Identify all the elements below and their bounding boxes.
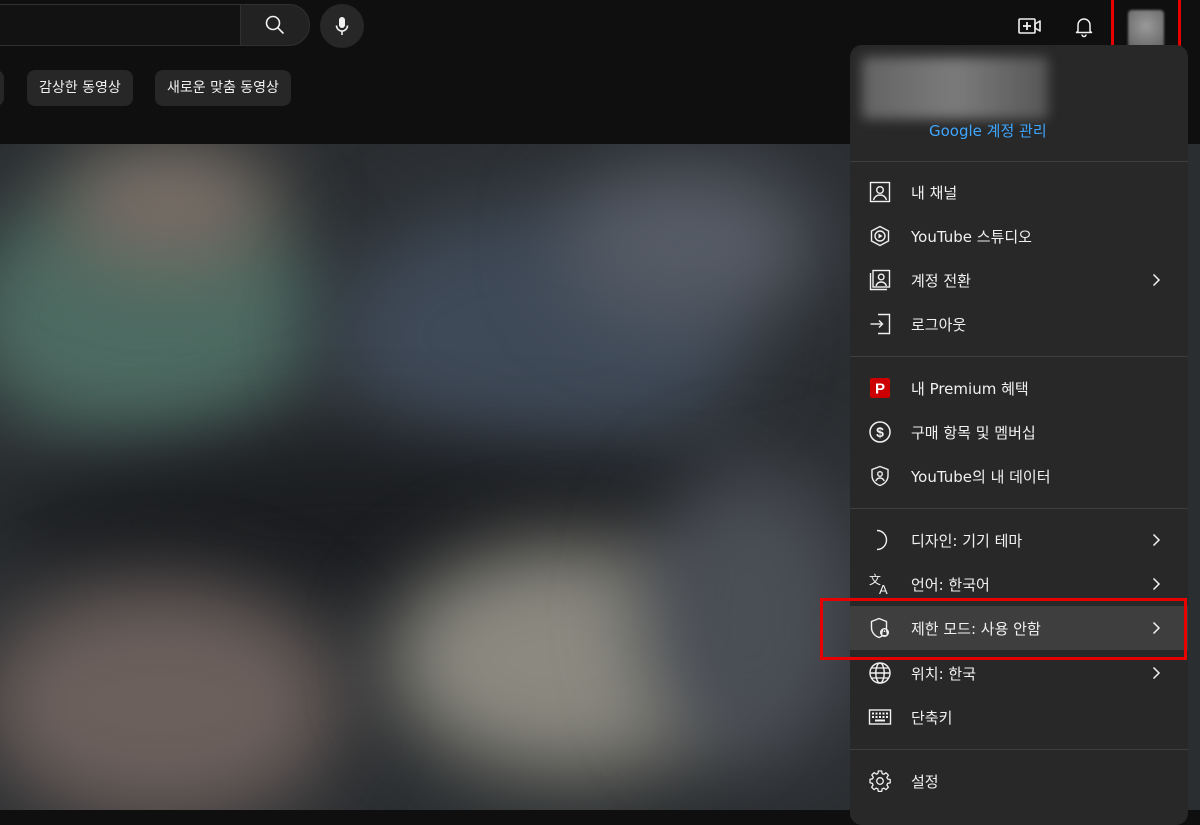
globe-icon	[868, 661, 892, 685]
chevron-right-icon	[1144, 661, 1168, 685]
menu-item-label: 디자인: 기기 테마	[911, 531, 1023, 550]
chevron-right-icon	[1144, 616, 1168, 640]
account-menu: Google 계정 관리 내 채널 YouTube 스튜디오 계정 전환 로그아…	[850, 45, 1188, 825]
restricted-shield-icon	[868, 616, 892, 640]
menu-divider	[850, 161, 1188, 162]
gear-icon	[868, 769, 892, 793]
menu-item-label: 로그아웃	[911, 315, 967, 334]
chevron-right-icon	[1144, 268, 1168, 292]
menu-item-keyboard-shortcuts[interactable]: 단축키	[850, 695, 1188, 739]
voice-search-button[interactable]	[320, 4, 364, 48]
chevron-right-icon	[1144, 528, 1168, 552]
search-icon	[263, 13, 287, 37]
search-button[interactable]	[240, 4, 310, 46]
menu-item-label: YouTube 스튜디오	[911, 227, 1032, 246]
avatar	[1128, 10, 1164, 50]
manage-google-account-link[interactable]: Google 계정 관리	[929, 120, 1047, 141]
menu-divider	[850, 508, 1188, 509]
menu-item-purchases-memberships[interactable]: $ 구매 항목 및 멤버십	[850, 410, 1188, 454]
translate-icon: 文A	[868, 572, 892, 596]
chip-new-to-you[interactable]: 새로운 맞춤 동영상	[155, 70, 291, 106]
sign-out-icon	[868, 312, 892, 336]
menu-item-my-channel[interactable]: 내 채널	[850, 170, 1188, 214]
menu-item-label: 내 Premium 혜택	[911, 379, 1029, 398]
menu-item-label: 구매 항목 및 멤버십	[911, 423, 1036, 442]
menu-item-premium-benefits[interactable]: P 내 Premium 혜택	[850, 366, 1188, 410]
menu-item-language[interactable]: 文A 언어: 한국어	[850, 562, 1188, 606]
switch-account-icon	[868, 268, 892, 292]
menu-item-label: 제한 모드: 사용 안함	[911, 619, 1041, 638]
chip-partial[interactable]	[0, 70, 4, 106]
menu-divider	[850, 749, 1188, 750]
premium-icon: P	[868, 376, 892, 400]
moon-icon	[868, 528, 892, 552]
menu-item-your-data[interactable]: YouTube의 내 데이터	[850, 454, 1188, 498]
menu-item-label: YouTube의 내 데이터	[911, 467, 1051, 486]
menu-item-label: 언어: 한국어	[911, 575, 990, 594]
create-video-icon	[1017, 14, 1043, 38]
menu-item-label: 내 채널	[911, 183, 958, 202]
menu-item-label: 위치: 한국	[911, 664, 977, 683]
svg-text:P: P	[875, 381, 885, 398]
dollar-icon: $	[868, 420, 892, 444]
data-shield-icon	[868, 464, 892, 488]
menu-item-sign-out[interactable]: 로그아웃	[850, 302, 1188, 346]
chip-watched-videos[interactable]: 감상한 동영상	[27, 70, 133, 106]
svg-text:A: A	[879, 582, 888, 596]
account-name-blurred	[862, 57, 1048, 119]
keyboard-icon	[868, 705, 892, 729]
create-button[interactable]	[1010, 6, 1050, 46]
mic-icon	[330, 14, 354, 38]
studio-icon	[868, 224, 892, 248]
chevron-right-icon	[1144, 572, 1168, 596]
menu-item-location[interactable]: 위치: 한국	[850, 651, 1188, 695]
notifications-button[interactable]	[1064, 6, 1104, 46]
menu-item-label: 설정	[911, 772, 939, 791]
menu-item-label: 단축키	[911, 708, 953, 727]
menu-item-label: 계정 전환	[911, 271, 971, 290]
menu-item-switch-account[interactable]: 계정 전환	[850, 258, 1188, 302]
search-input[interactable]	[0, 4, 240, 46]
menu-item-settings[interactable]: 설정	[850, 759, 1188, 803]
menu-divider	[850, 356, 1188, 357]
menu-item-appearance[interactable]: 디자인: 기기 테마	[850, 518, 1188, 562]
menu-item-youtube-studio[interactable]: YouTube 스튜디오	[850, 214, 1188, 258]
menu-item-restricted-mode[interactable]: 제한 모드: 사용 안함	[850, 606, 1188, 650]
svg-text:$: $	[876, 424, 884, 440]
account-header: Google 계정 관리	[850, 45, 1188, 161]
notifications-bell-icon	[1072, 14, 1096, 38]
person-icon	[868, 180, 892, 204]
